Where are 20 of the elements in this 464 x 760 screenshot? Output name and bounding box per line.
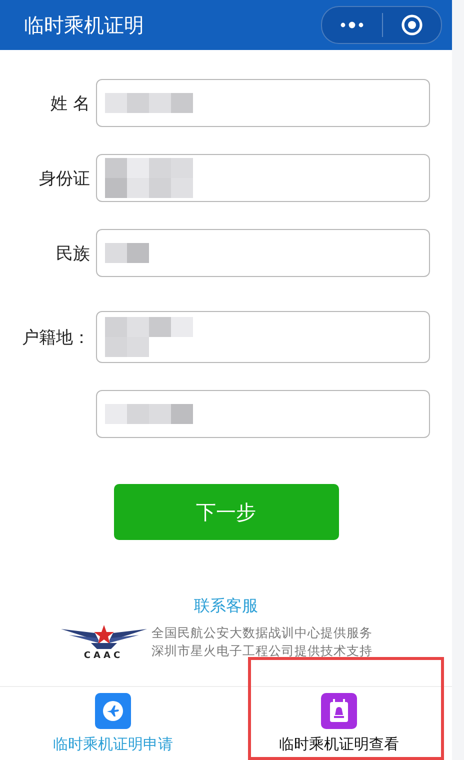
wings-icon — [60, 623, 146, 651]
credit-text: 全国民航公安大数据战训中心提供服务 — [152, 624, 372, 642]
input-field[interactable] — [96, 390, 430, 438]
field-label: 姓 名 — [50, 92, 91, 114]
contact-link[interactable]: 联系客服 — [194, 596, 258, 617]
field-label: 户籍地： — [21, 326, 91, 348]
tab[interactable]: 临时乘机证明查看 — [226, 687, 452, 760]
credit-text: 深圳市星火电子工程公司提供技术支持 — [152, 642, 372, 660]
input-field[interactable] — [96, 154, 430, 202]
field-label: 身份证 — [38, 168, 91, 190]
plane-icon — [95, 693, 131, 729]
input-field[interactable] — [96, 229, 430, 277]
page-title: 临时乘机证明 — [24, 12, 144, 38]
certificate-icon — [321, 693, 357, 729]
tab[interactable]: 临时乘机证明申请 — [0, 687, 226, 760]
field-label: 民族 — [55, 242, 91, 264]
logo-text: CAAC — [84, 651, 124, 661]
input-field[interactable] — [96, 79, 430, 127]
input-field[interactable] — [96, 311, 430, 363]
next-button[interactable]: 下一步 — [114, 484, 338, 540]
